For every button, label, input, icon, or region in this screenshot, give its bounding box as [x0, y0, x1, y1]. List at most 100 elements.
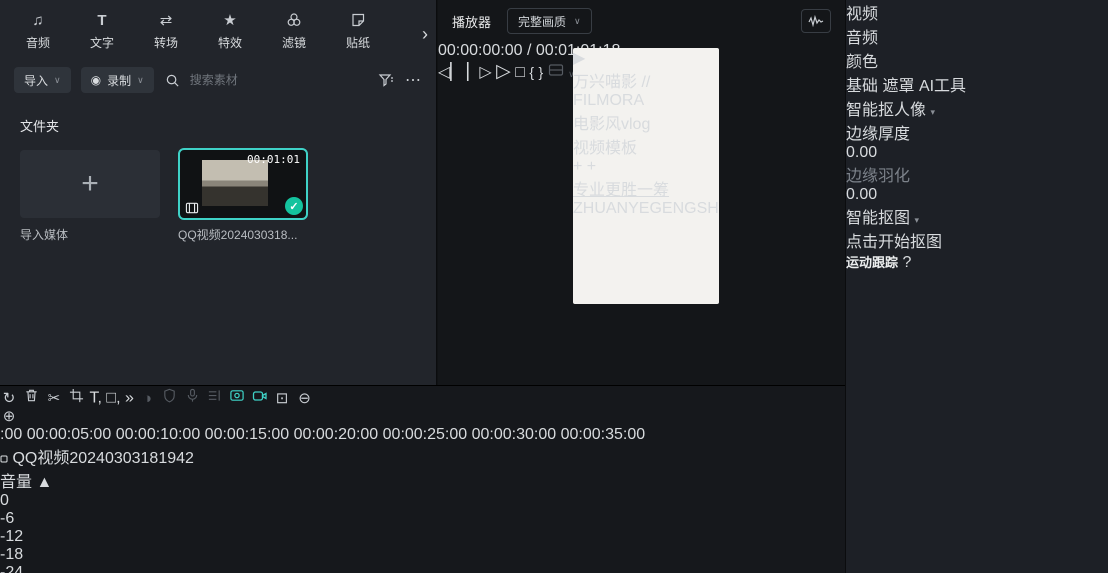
volume-label: 音量	[0, 474, 33, 491]
media-clip-tile[interactable]: 00:01:01 ✓	[178, 148, 308, 220]
ruler-tick-label: 00:00:25:00	[382, 426, 468, 443]
player-header: 播放器 完整画质 ∨	[438, 0, 845, 42]
zoom-out-icon[interactable]: ⊖	[296, 390, 314, 407]
smart-cutout-label: 智能抠图	[846, 210, 911, 227]
media-tab-filters[interactable]: 滤镜	[262, 11, 326, 51]
edge-feather-value[interactable]: 0.00	[846, 186, 1108, 204]
meter-number: -12	[0, 528, 24, 545]
stop-button[interactable]: □	[515, 64, 525, 81]
ruler-tick-label: 00:00:20:00	[293, 426, 379, 443]
clip-duration: 00:01:01	[247, 153, 300, 166]
media-tab-effects[interactable]: ★ 特效	[198, 11, 262, 51]
split-scissors-icon[interactable]: ✂	[45, 390, 63, 407]
text-tool-icon[interactable]: T,	[90, 390, 102, 407]
tab-video[interactable]: 视频	[846, 0, 1108, 24]
quality-selector[interactable]: 完整画质 ∨	[507, 8, 592, 34]
shield-icon[interactable]	[161, 388, 183, 407]
subtab-mask[interactable]: 遮罩	[882, 78, 914, 95]
screen-record-icon[interactable]	[251, 390, 273, 407]
ruler-tick-label: 00:00:30:00	[471, 426, 557, 443]
import-media-tile[interactable]: +	[20, 150, 160, 218]
preview-title-line1: 电影风vlog	[573, 116, 651, 133]
mark-out-button[interactable]: }	[538, 64, 543, 80]
voiceover-mic-icon[interactable]	[183, 388, 205, 407]
smart-cutout-row: 智能抠图 ▾	[846, 204, 1108, 228]
clip-name-overlay: QQ视频20240303181942	[0, 444, 845, 468]
media-tab-stickers[interactable]: 贴纸	[326, 11, 390, 51]
preview-slogan-pinyin: ZHUANYEGENGSHENGYICHOU	[573, 200, 719, 217]
volume-meter-scale: 0 -6 -12 -18 -24 -30 -36 -42 -48 -54	[0, 492, 845, 573]
subtab-basic[interactable]: 基础	[846, 78, 878, 95]
play-button[interactable]: ▷	[496, 61, 511, 82]
edge-thickness-value[interactable]: 0.00	[846, 144, 1108, 162]
chroma-key-icon[interactable]	[228, 389, 250, 407]
more-options-icon[interactable]: ⋯	[405, 70, 422, 90]
meter-number: 0	[0, 492, 9, 509]
volume-collapse-button[interactable]: 音量 ▲	[0, 468, 845, 492]
crop-icon[interactable]	[67, 388, 89, 407]
brand-bar: 万兴喵影 // FILMORA	[573, 74, 651, 109]
render-quality-button[interactable]	[548, 64, 568, 81]
more-tools-icon[interactable]: »	[125, 390, 134, 407]
time-separator: /	[526, 42, 532, 59]
chevron-down-icon: ∨	[137, 74, 144, 85]
chevron-down-icon[interactable]: ▾	[930, 107, 935, 117]
media-tab-text[interactable]: T 文字	[70, 11, 134, 51]
redo-icon[interactable]: ↻	[0, 390, 18, 407]
chevron-down-icon: ∨	[574, 15, 581, 26]
help-icon[interactable]: ?	[902, 254, 911, 271]
import-button[interactable]: 导入 ∨	[14, 67, 71, 93]
smart-portrait-label: 智能抠人像	[846, 102, 927, 119]
chevron-right-icon[interactable]: ›	[422, 24, 428, 45]
cross-mark: +	[586, 158, 597, 175]
record-icon: ◉	[90, 73, 102, 87]
media-tab-label: 特效	[217, 36, 242, 50]
search-box	[164, 71, 367, 89]
folder-section-label: 文件夹	[20, 119, 60, 134]
import-media-label: 导入媒体	[20, 228, 69, 242]
media-panel: ♫ 音频 T 文字 ⇄ 转场 ★ 特效 滤镜 贴纸 › 导入 ∨ ◉ 录制 ∨ …	[0, 0, 437, 385]
media-tab-label: 滤镜	[281, 36, 306, 50]
motion-tracking-label: 运动跟踪	[846, 255, 899, 270]
transition-arrows-icon: ⇄	[159, 11, 173, 29]
tab-audio[interactable]: 音频	[846, 24, 1108, 48]
filter-funnel-icon[interactable]	[377, 71, 395, 89]
media-clip-name: QQ视频2024030318...	[178, 228, 298, 242]
preview-canvas[interactable]: ▶ 万兴喵影 // FILMORA 电影风vlog 视频模板 + + 专业更胜一…	[573, 48, 719, 304]
next-frame-button[interactable]: ▏▷	[467, 64, 492, 81]
zoom-in-icon[interactable]: ⊕	[0, 408, 18, 425]
edge-thickness-label: 边缘厚度	[846, 126, 911, 143]
ruler-tick-label: 00:00:05:00	[26, 426, 112, 443]
subtab-ai-tools[interactable]: AI工具	[919, 78, 966, 95]
previous-frame-button[interactable]: ◁▏	[438, 64, 463, 81]
waveform-monitor-button[interactable]	[801, 9, 831, 33]
chevron-down-icon[interactable]: ▾	[914, 215, 919, 225]
preview-slogan: 专业更胜一筹	[573, 176, 719, 200]
player-title: 播放器	[452, 14, 492, 30]
render-preview-icon[interactable]: ◑	[138, 390, 156, 407]
cutout-hint-text: 点击开始抠图	[846, 234, 943, 251]
media-tab-audio[interactable]: ♫ 音频	[6, 11, 70, 51]
media-tab-transition[interactable]: ⇄ 转场	[134, 11, 198, 51]
filmstrip-icon	[185, 202, 199, 214]
trash-icon[interactable]	[22, 389, 44, 407]
media-tab-label: 音频	[25, 36, 50, 50]
music-note-icon: ♫	[32, 11, 44, 29]
mark-in-button[interactable]: {	[529, 64, 534, 80]
current-time: 00:00:00:00	[438, 42, 523, 59]
video-editor-app: ♫ 音频 T 文字 ⇄ 转场 ★ 特效 滤镜 贴纸 › 导入 ∨ ◉ 录制 ∨ …	[0, 0, 1108, 573]
timeline-clip[interactable]: QQ视频20240303181942	[0, 444, 845, 468]
search-input[interactable]	[189, 73, 310, 87]
ruler-tick-label: 00:00:15:00	[204, 426, 290, 443]
media-controls-row: 导入 ∨ ◉ 录制 ∨ ⋯	[0, 62, 436, 98]
tab-color[interactable]: 颜色	[846, 48, 1108, 72]
timeline-ruler[interactable]: :00 00:00:05:00 00:00:10:00 00:00:15:00 …	[0, 426, 845, 444]
star-burst-icon: ★	[223, 11, 237, 29]
preview-title-line2: 视频模板	[573, 140, 638, 157]
pip-frame-icon[interactable]: □,	[106, 390, 120, 407]
preview-window-icon[interactable]: ⊡	[273, 390, 291, 407]
record-button[interactable]: ◉ 录制 ∨	[80, 67, 154, 93]
marker-icon[interactable]	[206, 389, 228, 407]
media-tab-label: 文字	[89, 36, 114, 50]
meter-number: -6	[0, 510, 15, 527]
